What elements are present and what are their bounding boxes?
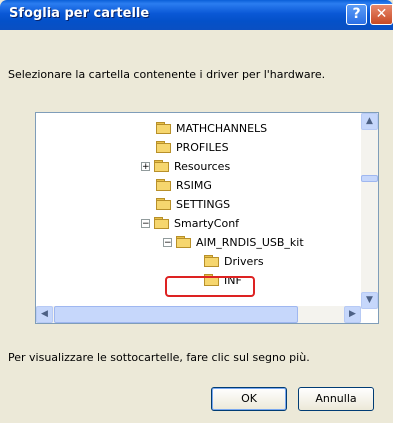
folder-icon [154,217,170,229]
folder-icon [156,141,172,153]
folder-icon [204,255,220,267]
folder-icon [154,160,170,172]
title-bar[interactable]: Sfoglia per cartelle ? ✕ [0,0,393,30]
scroll-right-button[interactable]: ▶ [344,306,361,323]
hint-text: Per visualizzare le sottocartelle, fare … [8,351,310,364]
tree-item-label: Drivers [224,254,264,268]
tree-item-label: AIM_RNDIS_USB_kit [196,235,304,249]
selection-highlight [165,276,255,297]
close-button[interactable]: ✕ [370,4,393,25]
horizontal-scrollbar[interactable]: ◀ ▶ [36,306,361,323]
scroll-up-button[interactable]: ▲ [361,113,378,130]
folder-icon [156,122,172,134]
tree-item-profiles[interactable]: PROFILES [156,138,229,156]
tree-item-label: Resources [174,159,231,173]
collapse-icon[interactable]: − [141,218,150,228]
scroll-down-button[interactable]: ▼ [361,292,378,309]
help-button[interactable]: ? [346,4,367,25]
tree-item-label: MATHCHANNELS [176,121,268,135]
tree-item-label: PROFILES [176,140,229,154]
tree-item-settings[interactable]: SETTINGS [156,195,230,213]
folder-icon [176,236,192,248]
expand-icon[interactable]: + [141,161,150,171]
tree-item-resources[interactable]: + Resources [141,157,230,175]
vertical-scroll-thumb[interactable] [361,175,378,182]
horizontal-scroll-thumb[interactable] [54,306,298,323]
folder-icon [156,179,172,191]
instruction-text: Selezionare la cartella contenente i dri… [8,68,326,81]
tree-item-label: SmartyConf [174,216,240,230]
vertical-scrollbar[interactable]: ▲ ▼ [361,113,378,309]
cancel-button[interactable]: Annulla [298,387,374,411]
tree-item-label: SETTINGS [176,197,231,211]
ok-button[interactable]: OK [211,387,287,411]
collapse-icon[interactable]: − [163,237,172,247]
scroll-left-button[interactable]: ◀ [36,306,53,323]
tree-item-smartyconf[interactable]: − SmartyConf [141,214,239,232]
tree-item-label: RSIMG [176,178,212,192]
dialog-title: Sfoglia per cartelle [9,6,150,21]
tree-item-mathchannels[interactable]: MATHCHANNELS [156,119,267,137]
tree-item-aim-rndis-usb-kit[interactable]: − AIM_RNDIS_USB_kit [163,233,304,251]
folder-icon [156,198,172,210]
browse-folder-dialog: Sfoglia per cartelle ? ✕ Selezionare la … [0,0,393,423]
tree-item-rsimg[interactable]: RSIMG [156,176,212,194]
tree-item-drivers[interactable]: Drivers [204,252,264,270]
